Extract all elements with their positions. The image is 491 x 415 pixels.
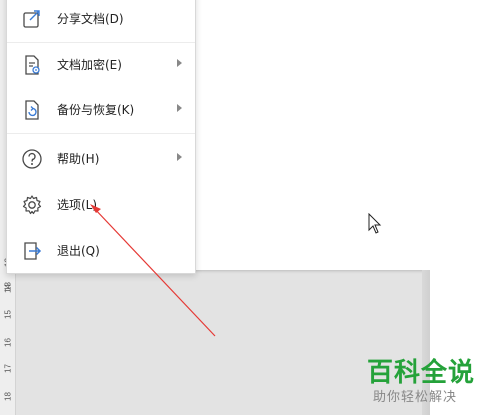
encrypt-icon — [25, 55, 40, 75]
mouse-cursor-icon — [368, 213, 382, 234]
document-page[interactable] — [190, 0, 491, 270]
submenu-arrow-icon — [177, 153, 182, 161]
menu-divider — [7, 133, 195, 134]
menu-item-label: 分享文档(D) — [57, 12, 124, 26]
submenu-arrow-icon — [177, 104, 182, 112]
menu-item-label: 选项(L) — [57, 198, 98, 212]
ruler-tick: 14 — [3, 284, 13, 293]
exit-icon — [24, 242, 42, 260]
file-menu: 分享文档(D) 文档加密(E) 备份与恢复(K) 帮助(H) 选项(L) 退出(… — [6, 0, 196, 274]
ruler-tick: 17 — [3, 364, 13, 373]
menu-divider — [7, 42, 195, 43]
menu-item-backup-restore[interactable]: 备份与恢复(K) — [7, 92, 195, 128]
watermark-title: 百科全说 — [367, 358, 476, 388]
menu-item-label: 退出(Q) — [57, 244, 100, 258]
backup-restore-icon — [25, 100, 39, 120]
watermark-logo: 百科全说 助你轻松解决 — [358, 352, 488, 412]
menu-item-label: 备份与恢复(K) — [57, 103, 135, 117]
menu-item-encrypt-document[interactable]: 文档加密(E) — [7, 47, 195, 83]
share-icon — [23, 10, 40, 28]
menu-item-share-document[interactable]: 分享文档(D) — [7, 1, 195, 37]
menu-item-options[interactable]: 选项(L) — [7, 187, 195, 223]
watermark-subtitle: 助你轻松解决 — [373, 390, 458, 405]
help-icon — [22, 149, 42, 169]
menu-item-label: 文档加密(E) — [57, 58, 122, 72]
menu-item-label: 帮助(H) — [57, 152, 100, 166]
gear-icon — [22, 195, 42, 215]
menu-item-exit[interactable]: 退出(Q) — [7, 233, 195, 269]
submenu-arrow-icon — [177, 59, 182, 67]
ruler-tick: 18 — [3, 392, 13, 401]
ruler-tick: 15 — [3, 310, 13, 319]
ruler-tick: 16 — [3, 338, 13, 347]
menu-item-help[interactable]: 帮助(H) — [7, 141, 195, 177]
